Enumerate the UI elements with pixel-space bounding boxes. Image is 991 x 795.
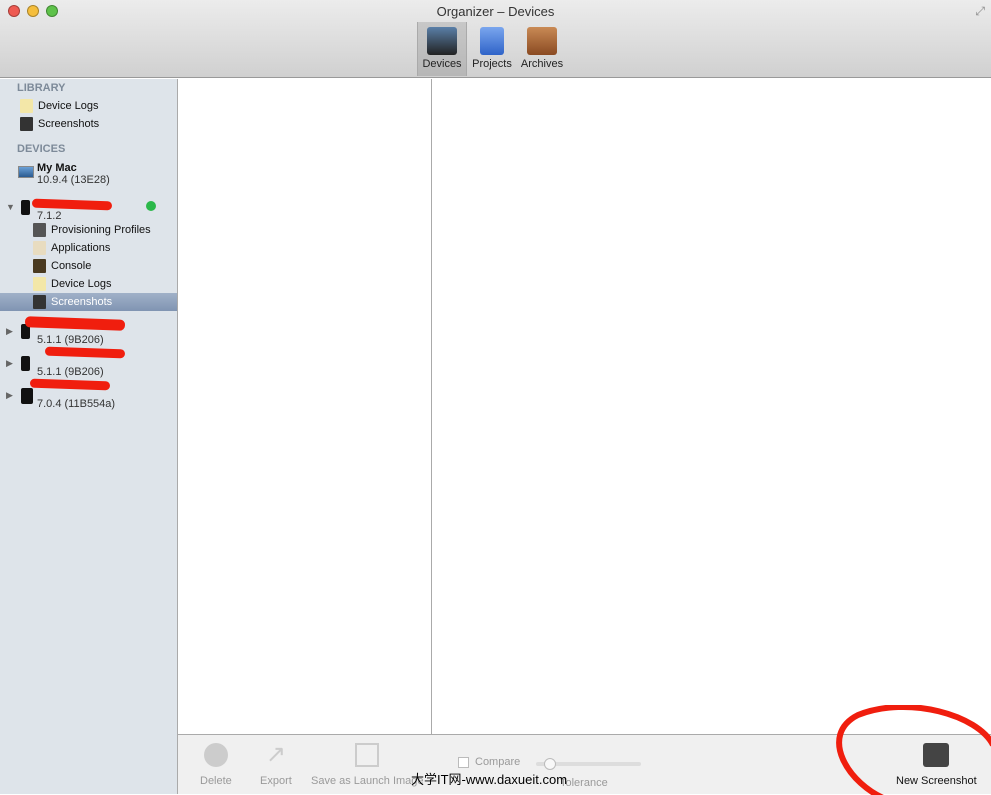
toolbar-label: Projects — [472, 58, 512, 70]
redaction — [44, 346, 126, 359]
device-item-device-logs[interactable]: Device Logs — [0, 275, 177, 293]
redaction — [24, 316, 126, 331]
delete-button[interactable]: Delete — [200, 743, 232, 787]
button-label: Save as Launch Image — [311, 775, 424, 787]
bottom-toolbar: Delete ↗ Export Save as Launch Image Comp… — [178, 705, 991, 795]
toolbar-label: Archives — [520, 58, 564, 70]
fullscreen-icon[interactable]: ⤢ — [975, 4, 985, 19]
tolerance-label: Tolerance — [560, 777, 608, 789]
projects-icon — [480, 27, 504, 55]
export-arrow-icon: ↗ — [265, 741, 286, 768]
item-label: Provisioning Profiles — [51, 224, 151, 236]
save-as-launch-image-button[interactable]: Save as Launch Image — [311, 743, 424, 787]
compare-label: Compare — [475, 756, 521, 768]
device-item-provisioning-profiles[interactable]: Provisioning Profiles — [0, 221, 177, 239]
toolbar-label: Devices — [422, 58, 462, 70]
device-name: My Mac — [37, 162, 77, 174]
item-label: Device Logs — [51, 278, 112, 290]
red-circle-annotation — [836, 705, 991, 795]
device-item-applications[interactable]: Applications — [0, 239, 177, 257]
sidebar: LIBRARY Device Logs Screenshots DEVICES … — [0, 79, 178, 794]
tolerance-slider[interactable] — [536, 758, 641, 770]
launch-image-icon — [355, 743, 380, 767]
item-label: Device Logs — [38, 100, 99, 112]
disclosure-collapsed-icon[interactable]: ▶ — [6, 390, 13, 401]
sidebar-item-device-logs[interactable]: Device Logs — [0, 97, 177, 115]
device-ipad[interactable]: ▶ 7.0.4 (11B554a) — [0, 378, 177, 412]
disclosure-collapsed-icon[interactable]: ▶ — [6, 326, 13, 337]
title-bar: Organizer – Devices ⤢ Devices Projects A… — [0, 0, 991, 78]
device-iphone-3[interactable]: ▶ 5.1.1 (9B206) — [0, 346, 177, 380]
warning-log-icon — [20, 99, 33, 113]
disclosure-expanded-icon[interactable]: ▼ — [6, 202, 15, 212]
warning-log-icon — [33, 277, 46, 291]
screenshot-list[interactable] — [178, 79, 432, 734]
device-my-mac[interactable]: My Mac 10.9.4 (13E28) — [0, 162, 177, 188]
item-label: Console — [51, 260, 92, 272]
screenshot-preview — [432, 79, 991, 734]
ipad-icon — [21, 388, 33, 404]
iphone-icon — [21, 200, 30, 215]
device-version: 7.0.4 (11B554a) — [37, 398, 116, 410]
device-version: 10.9.4 (13E28) — [37, 174, 110, 186]
console-icon — [33, 259, 46, 273]
library-header: LIBRARY — [17, 82, 66, 94]
device-iphone-2[interactable]: ▶ 5.1.1 (9B206) — [0, 316, 177, 348]
disclosure-collapsed-icon[interactable]: ▶ — [6, 358, 13, 369]
connected-status-icon — [146, 201, 156, 211]
applications-icon — [33, 241, 46, 255]
device-item-console[interactable]: Console — [0, 257, 177, 275]
button-label: Export — [260, 775, 292, 787]
export-button[interactable]: ↗ Export — [260, 741, 292, 788]
sidebar-item-screenshots[interactable]: Screenshots — [0, 115, 177, 133]
item-label: Screenshots — [51, 296, 113, 308]
iphone-icon — [21, 356, 30, 371]
mac-icon — [18, 166, 34, 178]
device-version: 5.1.1 (9B206) — [37, 334, 104, 346]
toolbar-archives[interactable]: Archives — [517, 22, 567, 76]
redaction — [31, 198, 113, 211]
compare-checkbox[interactable]: Compare — [458, 756, 520, 768]
checkbox[interactable] — [458, 756, 469, 768]
redaction — [29, 378, 111, 391]
toolbar-projects[interactable]: Projects — [467, 22, 517, 76]
device-version: 5.1.1 (9B206) — [37, 366, 104, 378]
screenshot-icon — [33, 295, 46, 309]
toolbar-devices[interactable]: Devices — [417, 22, 467, 76]
device-item-screenshots[interactable]: Screenshots — [0, 293, 177, 311]
archives-icon — [527, 27, 557, 55]
window-title: Organizer – Devices — [436, 4, 555, 19]
delete-icon — [203, 743, 228, 767]
item-label: Screenshots — [38, 118, 100, 130]
screenshot-icon — [20, 117, 33, 131]
devices-header: DEVICES — [17, 143, 66, 155]
devices-icon — [427, 27, 457, 55]
item-label: Applications — [51, 242, 111, 254]
watermark: 大学IT网-www.daxueit.com — [411, 772, 568, 787]
provisioning-icon — [33, 223, 46, 237]
button-label: Delete — [200, 775, 232, 787]
